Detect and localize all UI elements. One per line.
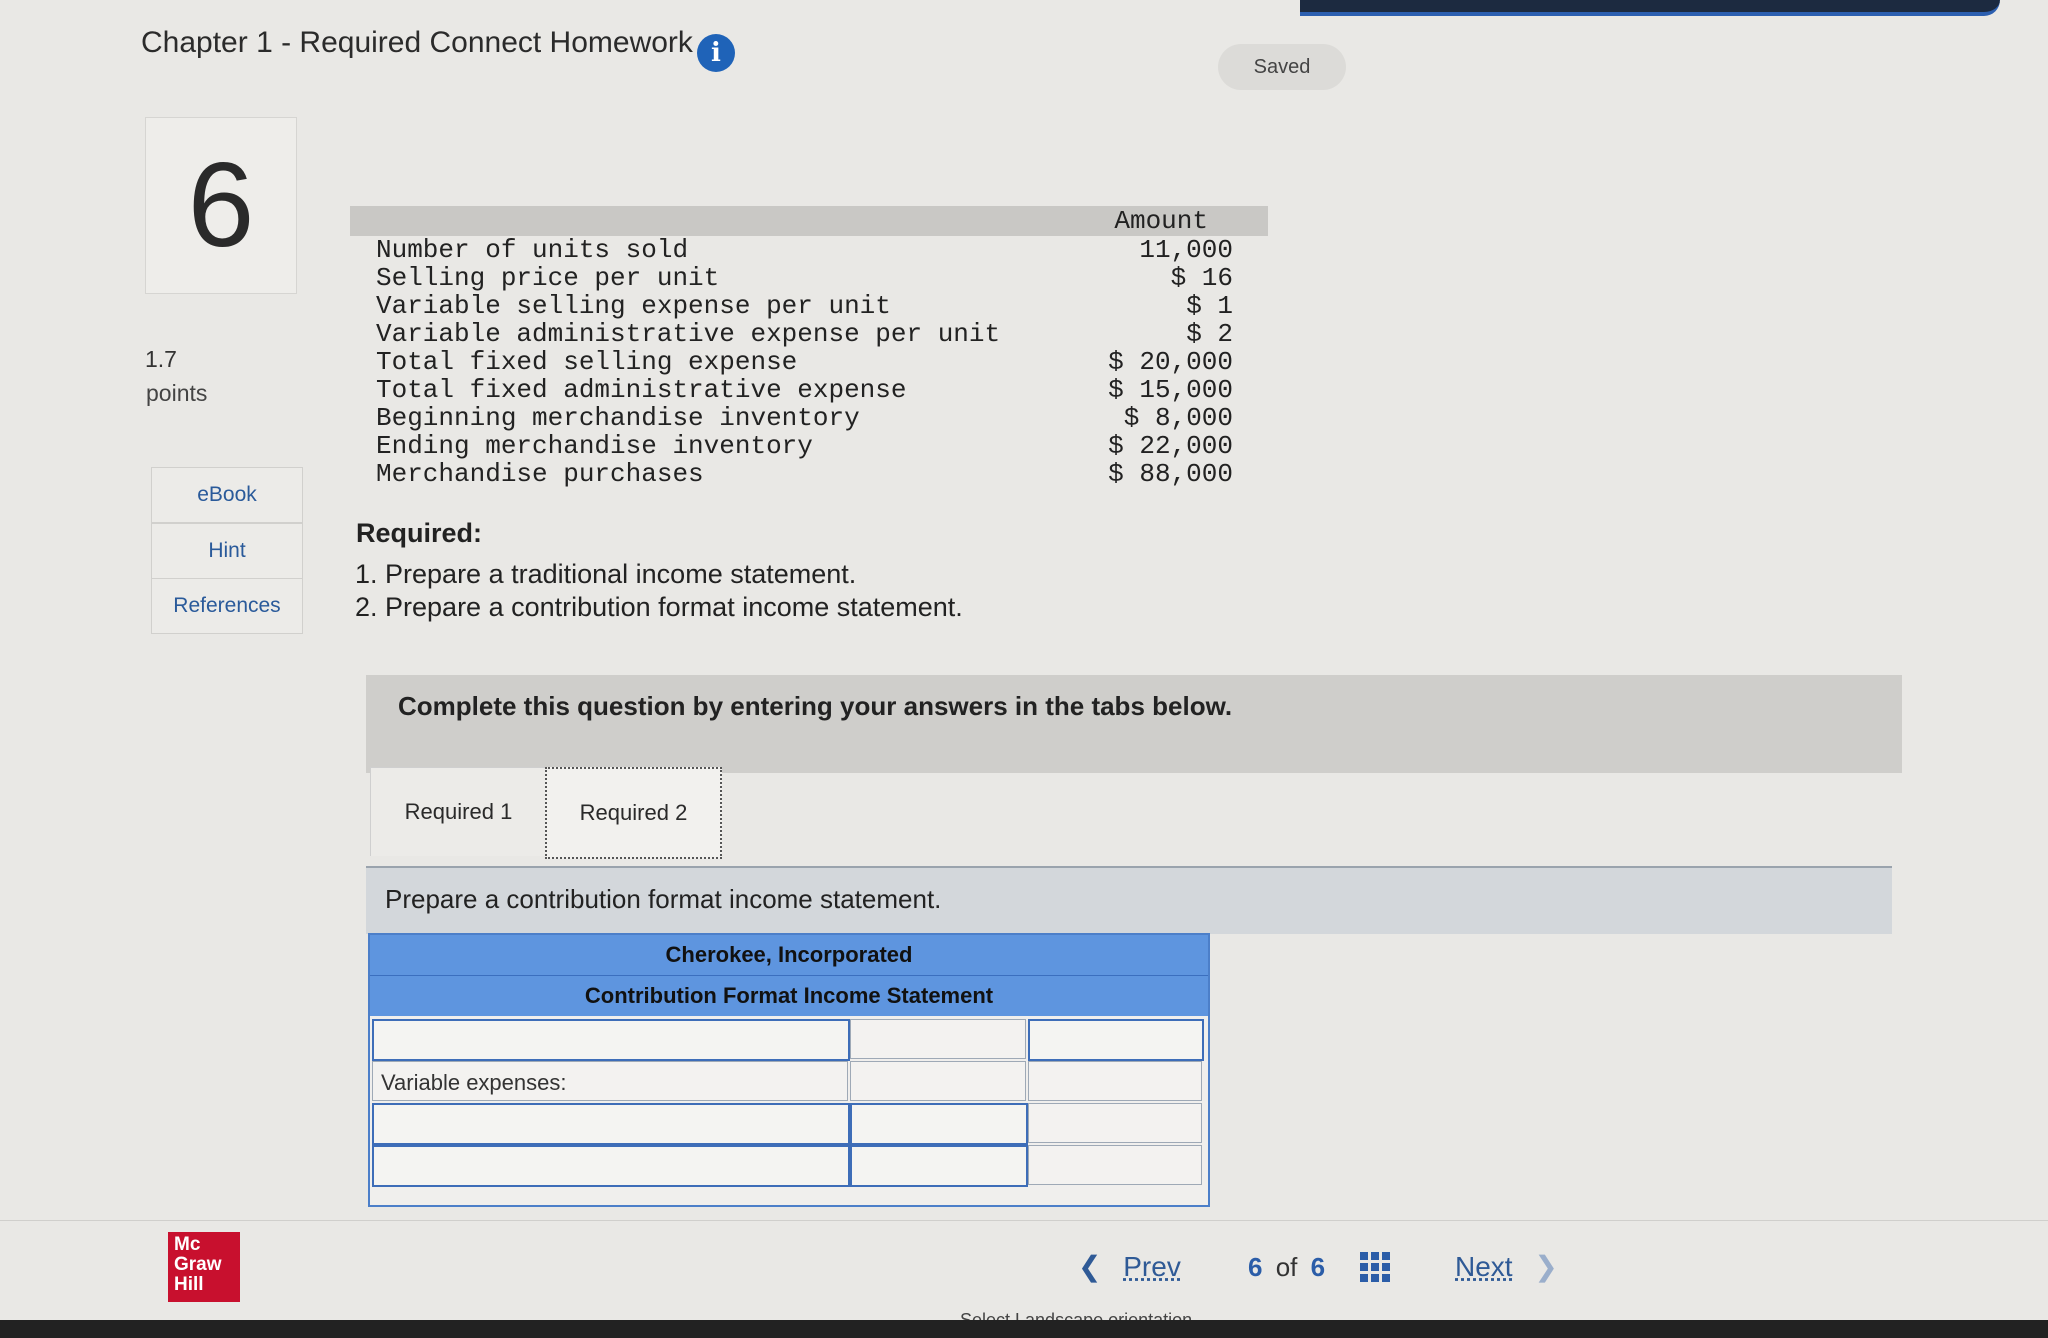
row-label: Total fixed administrative expense <box>376 375 907 405</box>
table-row: Number of units sold 11,000 <box>350 236 1268 264</box>
row-amount: 11,000 <box>1139 235 1233 265</box>
table-row: Ending merchandise inventory $ 22,000 <box>350 432 1268 460</box>
statement-amount-input[interactable] <box>850 1103 1028 1145</box>
table-row: Beginning merchandise inventory $ 8,000 <box>350 404 1268 432</box>
row-amount: $ 16 <box>1170 263 1233 293</box>
question-grid-icon[interactable] <box>1360 1252 1390 1282</box>
variable-expenses-row-label: Variable expenses: <box>372 1061 848 1101</box>
row-label: Number of units sold <box>376 235 689 265</box>
statement-amount-input[interactable] <box>1028 1019 1204 1061</box>
browser-edge <box>1300 0 2000 16</box>
statement-company-name: Cherokee, Incorporated <box>370 935 1208 976</box>
page-indicator: 6 of 6 <box>1248 1252 1326 1282</box>
row-label: Beginning merchandise inventory <box>376 403 860 433</box>
row-amount: $ 22,000 <box>1108 431 1233 461</box>
required-item: 1. Prepare a traditional income statemen… <box>355 559 857 589</box>
statement-label-input[interactable] <box>372 1103 850 1145</box>
page-title: Chapter 1 - Required Connect Homework <box>141 26 693 59</box>
chevron-right-icon: ❯ <box>1534 1251 1558 1282</box>
info-icon[interactable]: i <box>697 34 735 72</box>
table-row: Selling price per unit $ 16 <box>350 264 1268 292</box>
next-button[interactable]: Next ❯ <box>1455 1250 1558 1283</box>
statement-title: Contribution Format Income Statement <box>370 976 1208 1016</box>
statement-amount-input[interactable] <box>850 1145 1028 1187</box>
references-button[interactable]: References <box>151 578 303 634</box>
question-number: 6 <box>145 117 297 294</box>
instructions-text: Complete this question by entering your … <box>398 691 1233 721</box>
tab-required-1[interactable]: Required 1 <box>370 767 547 856</box>
chevron-left-icon: ❮ <box>1078 1251 1102 1282</box>
table-row: Variable selling expense per unit $ 1 <box>350 292 1268 320</box>
points-label: points <box>146 380 208 406</box>
tab-required-2[interactable]: Required 2 <box>545 767 722 859</box>
statement-cell <box>850 1061 1026 1101</box>
device-bezel <box>0 1320 2048 1338</box>
given-data-table: Amount Number of units sold 11,000 Selli… <box>350 206 1268 488</box>
amount-column-header: Amount <box>1114 206 1208 236</box>
points-value: 1.7 <box>145 346 177 372</box>
variable-expenses-label: Variable expenses: <box>381 1070 567 1095</box>
row-label: Merchandise purchases <box>376 459 704 489</box>
row-label: Ending merchandise inventory <box>376 431 813 461</box>
row-amount: $ 8,000 <box>1123 403 1233 433</box>
statement-label-input[interactable] <box>372 1145 850 1187</box>
statement-cell <box>850 1019 1026 1059</box>
statement-cell <box>1028 1145 1202 1185</box>
table-row: Variable administrative expense per unit… <box>350 320 1268 348</box>
row-label: Selling price per unit <box>376 263 720 293</box>
row-amount: $ 88,000 <box>1108 459 1233 489</box>
prev-label: Prev <box>1123 1251 1181 1282</box>
ebook-button[interactable]: eBook <box>151 467 303 523</box>
prev-button[interactable]: ❮ Prev <box>1078 1250 1181 1283</box>
table-row: Total fixed administrative expense $ 15,… <box>350 376 1268 404</box>
row-amount: $ 2 <box>1186 319 1233 349</box>
row-amount: $ 20,000 <box>1108 347 1233 377</box>
row-label: Variable selling expense per unit <box>376 291 891 321</box>
saved-status-badge: Saved <box>1218 44 1346 90</box>
table-row: Total fixed selling expense $ 20,000 <box>350 348 1268 376</box>
mcgraw-hill-logo: Mc Graw Hill <box>168 1232 240 1302</box>
required-item: 2. Prepare a contribution format income … <box>355 592 963 622</box>
row-amount: $ 1 <box>1186 291 1233 321</box>
hint-button[interactable]: Hint <box>151 523 303 579</box>
required-heading: Required: <box>356 518 483 548</box>
statement-cell <box>1028 1103 1202 1143</box>
next-label: Next <box>1455 1251 1513 1282</box>
tab-prompt-text: Prepare a contribution format income sta… <box>385 884 942 914</box>
row-amount: $ 15,000 <box>1108 375 1233 405</box>
table-header-row: Amount <box>350 206 1268 236</box>
footer-divider <box>0 1220 2048 1221</box>
statement-label-input[interactable] <box>372 1019 850 1061</box>
row-label: Total fixed selling expense <box>376 347 798 377</box>
statement-cell <box>1028 1061 1202 1101</box>
row-label: Variable administrative expense per unit <box>376 319 1001 349</box>
income-statement-worksheet: Cherokee, Incorporated Contribution Form… <box>368 933 1210 1207</box>
table-row: Merchandise purchases $ 88,000 <box>350 460 1268 488</box>
